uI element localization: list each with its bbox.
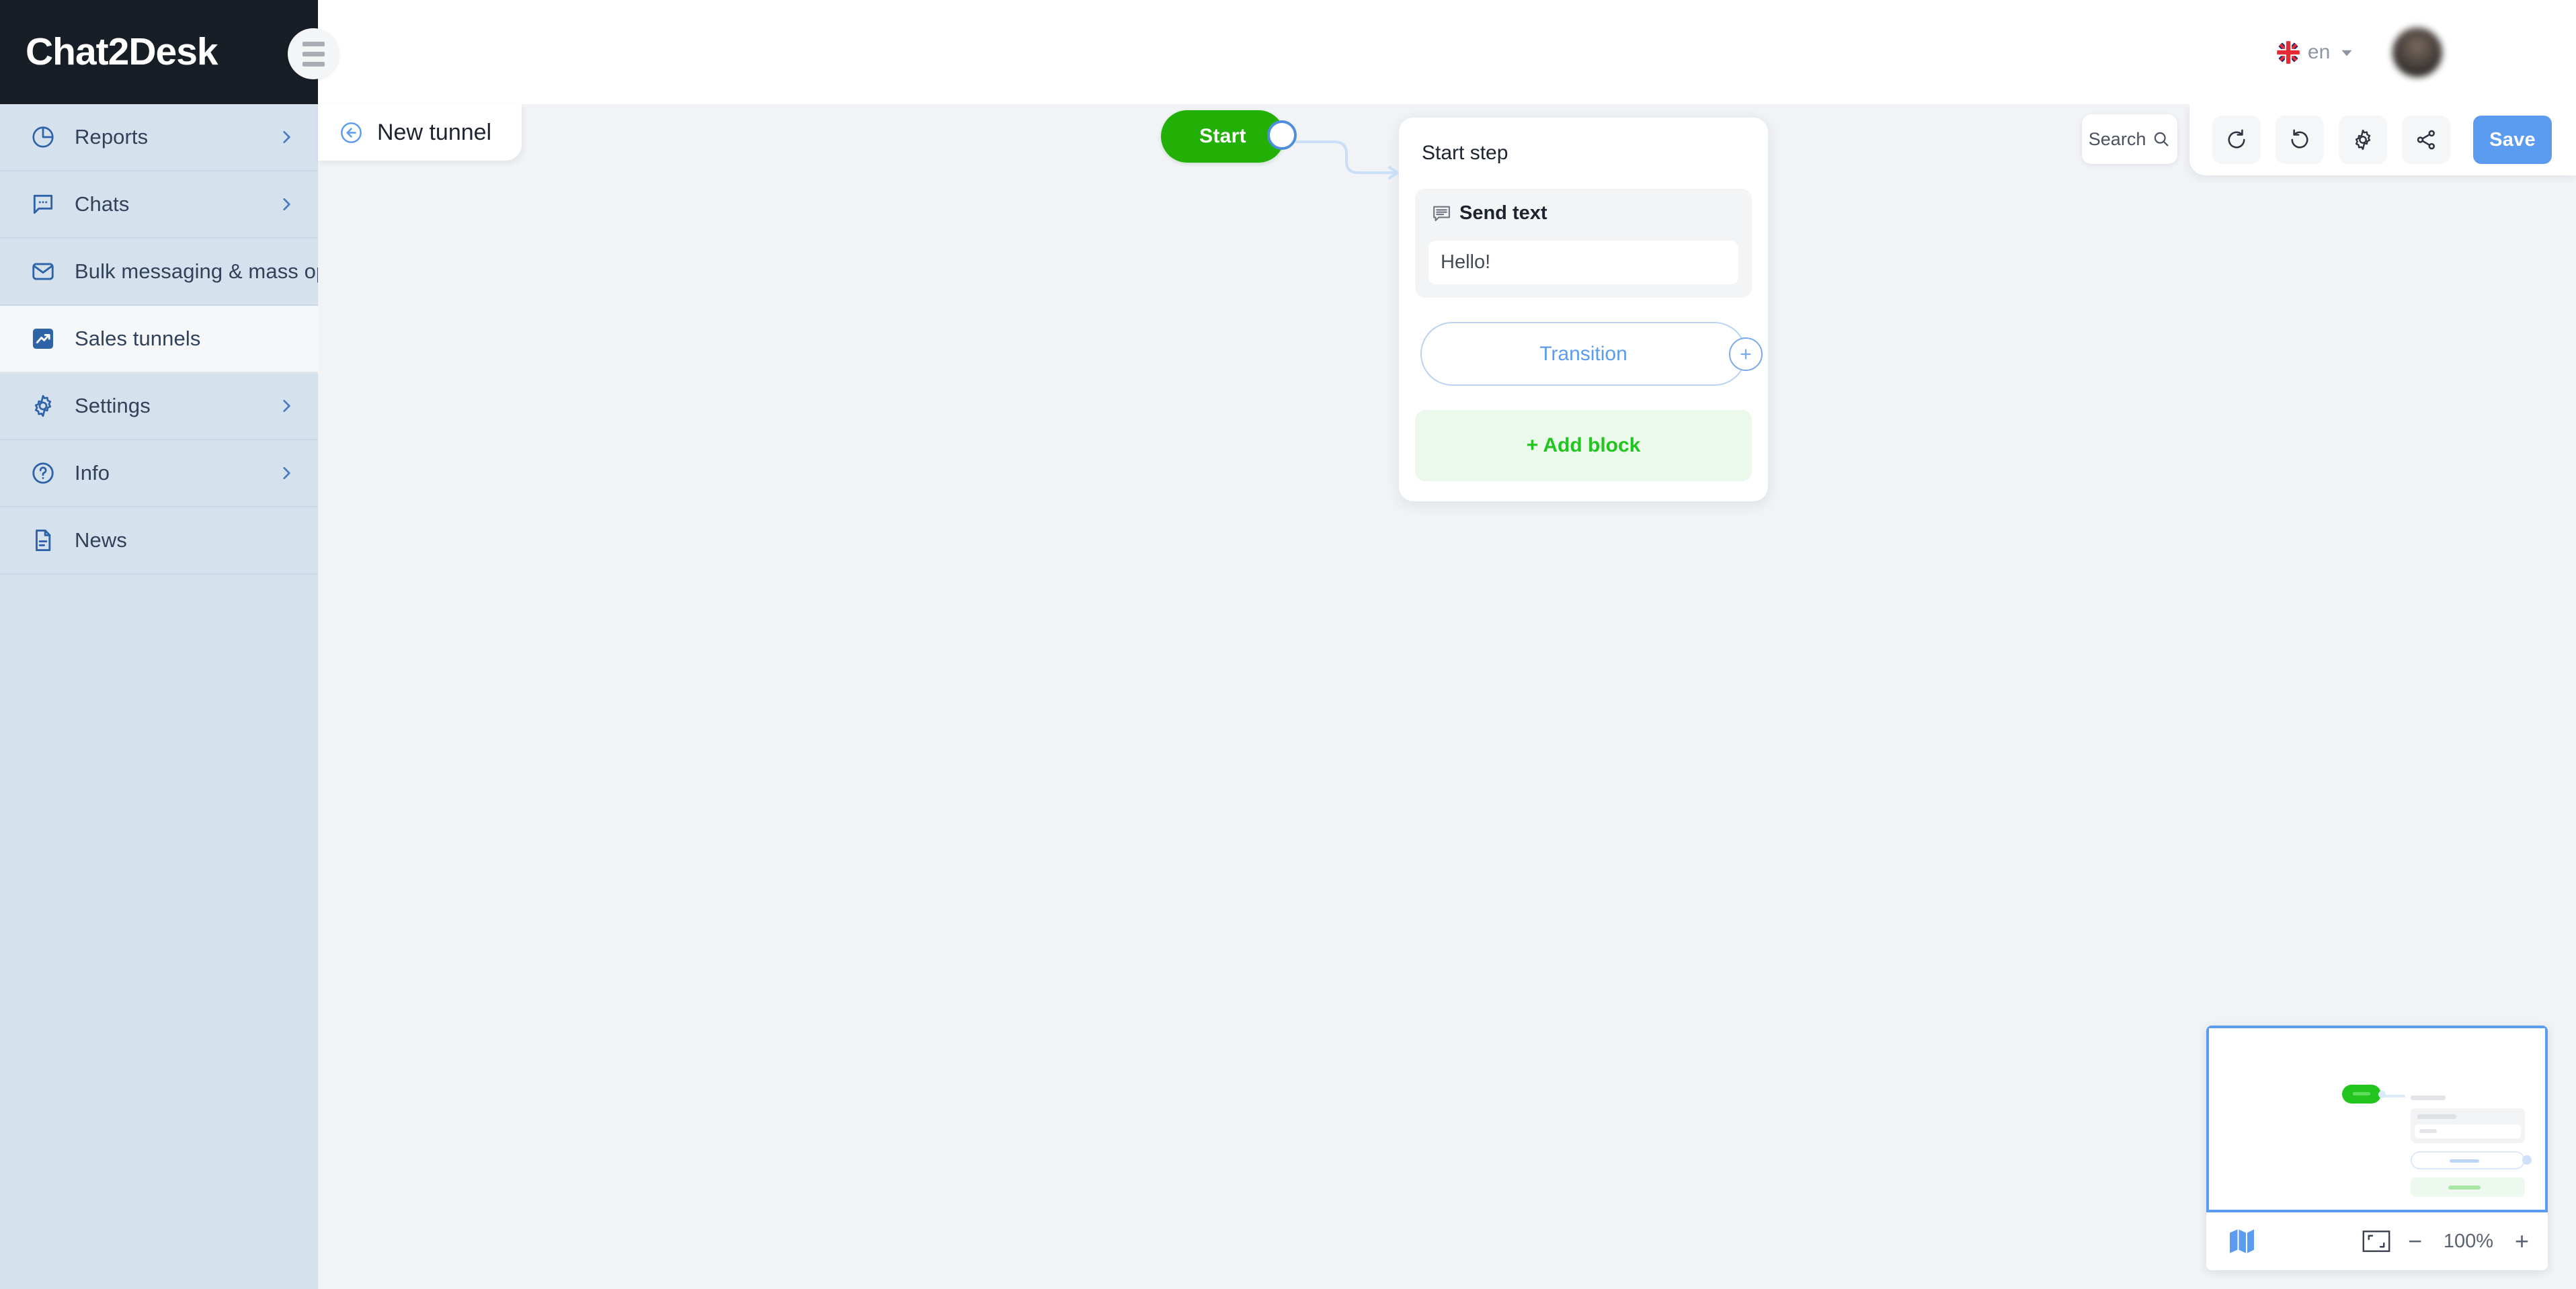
sidebar-item-settings[interactable]: Settings [0,373,318,440]
chat-bubble-icon [29,190,57,218]
hamburger-icon [302,51,325,56]
redo-button[interactable] [2276,116,2325,164]
sidebar-item-label: Sales tunnels [75,327,201,350]
sidebar-item-chats[interactable]: Chats [0,171,318,239]
block-type-label: Send text [1459,202,1547,224]
sidebar-item-label: Chats [75,192,130,216]
undo-icon [2224,128,2249,152]
redo-icon [2288,128,2312,152]
chevron-right-icon [278,464,295,482]
minimap-transition-plus [2522,1155,2532,1165]
question-circle-icon [29,459,57,487]
app-logo: Chat2Desk [26,30,218,73]
settings-button[interactable] [2339,116,2388,164]
fit-to-screen-icon[interactable] [2362,1230,2390,1253]
pie-chart-icon [29,123,57,151]
connector-edge [1295,140,1399,179]
block-send-text[interactable]: Send text Hello! [1415,189,1752,298]
minimap-step-title [2411,1095,2446,1100]
page-title: New tunnel [377,119,492,145]
document-icon [29,526,57,554]
step-card[interactable]: Start step Send text Hello! Transition +… [1399,118,1768,501]
minimap-add-block-label [2448,1186,2481,1190]
sidebar-item-label: Bulk messaging & mass ops [75,259,338,283]
sidebar-item-bulk-messaging[interactable]: Bulk messaging & mass ops [0,239,338,306]
language-label: en [2307,40,2331,63]
avatar [2392,27,2443,77]
minimap-viewport[interactable] [2206,1026,2548,1212]
minimap-start-label [2353,1092,2370,1095]
block-text-field[interactable]: Hello! [1428,241,1738,284]
share-button[interactable] [2402,116,2451,164]
map-icon[interactable] [2226,1226,2257,1257]
sidebar-item-sales-tunnels[interactable]: Sales tunnels [0,306,318,373]
transition-button[interactable]: Transition [1420,322,1763,386]
block-text-value: Hello! [1441,251,1491,273]
hamburger-icon [302,61,325,67]
sidebar-item-news[interactable]: News [0,507,318,575]
minimap-panel: − 100% + [2206,1026,2548,1270]
zoom-level: 100% [2443,1230,2494,1252]
envelope-icon [29,257,57,286]
sidebar-item-label: Reports [75,125,149,149]
gear-icon [29,392,57,420]
flow-canvas[interactable]: Search Save Start Start step Send text H… [318,104,2576,1289]
trend-arrow-icon [29,325,57,353]
chevron-right-icon [278,196,295,213]
plus-circle-icon[interactable] [1729,337,1763,371]
logo-bar: Chat2Desk [0,0,318,104]
search-icon [2152,130,2171,149]
sidebar-item-label: Info [75,461,110,485]
start-node-label: Start [1199,125,1246,147]
user-menu[interactable] [2392,27,2552,77]
step-card-title: Start step [1422,142,1508,164]
minimap-toolbar: − 100% + [2206,1212,2548,1270]
share-icon [2414,128,2438,152]
minimap-block-label [2417,1114,2456,1119]
message-lines-icon [1431,203,1452,224]
tunnel-header-panel: New tunnel [318,104,522,161]
save-button[interactable]: Save [2473,116,2552,164]
zoom-out-button[interactable]: − [2408,1229,2422,1253]
menu-toggle-button[interactable] [288,28,339,79]
language-switcher[interactable]: en [2276,40,2356,64]
start-node[interactable]: Start [1161,110,1285,163]
chevron-right-icon [278,128,295,146]
sidebar-item-label: News [75,528,127,552]
user-name [2460,41,2548,64]
search-label: Search [2088,128,2146,149]
chevron-right-icon [278,397,295,415]
sidebar: Chat2Desk Reports Chats Bulk messaging &… [0,0,338,1289]
minimap-connector [2384,1095,2405,1097]
sidebar-item-label: Settings [75,394,151,417]
minimap-transition-label [2450,1159,2479,1163]
top-header: en [318,0,2576,104]
gear-icon [2351,128,2375,152]
hamburger-icon [302,41,325,46]
undo-button[interactable] [2212,116,2261,164]
canvas-toolbar: Save [2189,104,2576,175]
canvas-toolbar-wrap: Search Save [2082,104,2576,175]
start-node-output-port[interactable] [1267,120,1297,150]
chevron-down-icon [2338,44,2356,61]
zoom-in-button[interactable]: + [2515,1229,2529,1253]
transition-label: Transition [1539,342,1627,365]
sidebar-item-info[interactable]: Info [0,440,318,507]
app-root: Chat2Desk Reports Chats Bulk messaging &… [0,0,2576,1289]
sidebar-item-reports[interactable]: Reports [0,104,318,171]
arrow-left-circle-icon[interactable] [339,120,364,145]
search-input[interactable]: Search [2082,114,2178,164]
uk-flag-icon [2276,40,2300,64]
block-header: Send text [1428,202,1738,224]
minimap-block-text [2419,1129,2437,1133]
zoom-controls: − 100% + [2362,1229,2529,1253]
sidebar-nav: Reports Chats Bulk messaging & mass ops … [0,104,338,575]
add-block-button[interactable]: + Add block [1415,410,1752,481]
